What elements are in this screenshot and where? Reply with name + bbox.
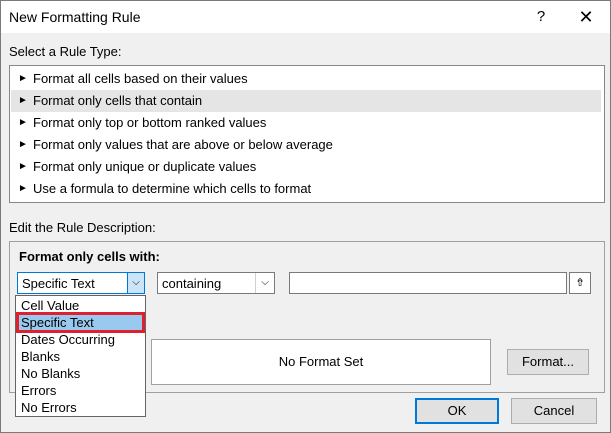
dropdown-option[interactable]: Cell Value [18,297,143,314]
window-title: New Formatting Rule [9,9,141,25]
chevron-down-icon[interactable]: ⌵ [255,273,274,293]
help-icon[interactable]: ? [529,6,553,28]
range-reference-icon[interactable]: ⇮ [569,272,591,294]
rule-type-item[interactable]: ► Format only values that are above or b… [11,134,601,156]
text-value-input[interactable] [289,272,567,294]
rule-type-item-label: Format only cells that contain [33,93,203,108]
rule-type-item-label: Format only top or bottom ranked values [33,115,267,130]
rule-type-list[interactable]: ► Format all cells based on their values… [9,65,605,203]
bullet-icon: ► [18,183,28,194]
dropdown-option[interactable]: No Blanks [18,365,143,382]
rule-type-item-label: Use a formula to determine which cells t… [33,181,312,196]
bullet-icon: ► [18,117,28,128]
chevron-down-icon[interactable]: ⌵ [127,272,145,294]
condition-type-select[interactable]: Specific Text ⌵ [17,272,145,294]
dropdown-option-highlighted[interactable]: Specific Text [16,312,145,333]
bullet-icon: ► [18,139,28,150]
bullet-icon: ► [18,95,28,106]
bullet-icon: ► [18,161,28,172]
dropdown-option[interactable]: No Errors [18,399,143,416]
rule-description-label: Edit the Rule Description: [9,220,156,235]
condition-type-value: Specific Text [22,276,95,291]
rule-type-item-label: Format all cells based on their values [33,71,248,86]
bullet-icon: ► [18,73,28,84]
rule-type-item[interactable]: ► Format only top or bottom ranked value… [11,112,601,134]
title-bar: New Formatting Rule ? ✕ [1,1,610,33]
rule-type-item-label: Format only values that are above or bel… [33,137,333,152]
format-button[interactable]: Format... [507,349,589,375]
ok-button[interactable]: OK [415,398,499,424]
rule-type-item[interactable]: ► Use a formula to determine which cells… [11,178,601,200]
rule-type-label: Select a Rule Type: [9,44,122,59]
format-only-cells-heading: Format only cells with: [19,249,160,264]
operator-select[interactable]: containing ⌵ [157,272,275,294]
new-formatting-rule-dialog: New Formatting Rule ? ✕ Select a Rule Ty… [0,0,611,433]
condition-type-dropdown-list[interactable]: Cell Value Specific Text Dates Occurring… [15,295,146,417]
format-preview: No Format Set [151,339,491,385]
cancel-button[interactable]: Cancel [511,398,597,424]
rule-type-item-selected[interactable]: ► Format only cells that contain [11,90,601,112]
dropdown-option[interactable]: Blanks [18,348,143,365]
dropdown-option[interactable]: Dates Occurring [18,331,143,348]
dropdown-option[interactable]: Errors [18,382,143,399]
rule-type-item[interactable]: ► Format all cells based on their values [11,68,601,90]
rule-type-item-label: Format only unique or duplicate values [33,159,257,174]
rule-type-item[interactable]: ► Format only unique or duplicate values [11,156,601,178]
operator-value: containing [162,276,222,291]
close-icon[interactable]: ✕ [569,5,603,29]
